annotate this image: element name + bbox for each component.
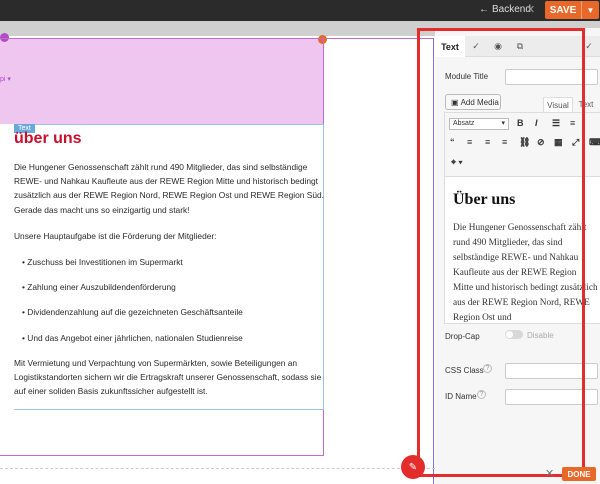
content-bullet-list: Zuschuss bei Investitionen im Supermarkt… [14,255,326,345]
bullet-item: Zahlung einer Auszubildendenförderung [22,280,326,294]
top-bar: ← Backend ✕ SAVE ▼ [0,0,600,21]
text-module-content: über uns Die Hungener Genossenschaft zäh… [14,130,326,410]
backend-link[interactable]: ← Backend [479,4,531,15]
keyboard-icon[interactable]: ⌨ [589,137,600,148]
bottom-divider [0,468,440,469]
brush-fab-button[interactable]: ✎ [401,455,425,479]
save-button[interactable]: SAVE ▼ [545,1,599,19]
content-paragraph-3: Mit Vermietung und Verpachtung von Super… [14,357,322,397]
bullet-item: Zuschuss bei Investitionen im Supermarkt [22,255,326,269]
bullet-item: Dividendenzahlung auf die gezeichneten G… [22,305,326,319]
content-paragraph-1: Die Hungener Genossenschaft zählt rund 4… [14,162,325,215]
save-label: SAVE [549,4,577,16]
cancel-icon[interactable]: ✕ [545,467,554,480]
content-heading: über uns [14,130,82,147]
done-button[interactable]: DONE [562,467,596,481]
content-paragraph-2: Unsere Hauptaufgabe ist die Förderung de… [14,230,217,241]
bullet-item: Und das Angebot einer jährlichen, nation… [22,331,326,345]
highlight-box [417,28,585,477]
chevron-down-icon[interactable]: ▼ [581,1,599,19]
back-arrow-icon: ← [479,4,489,15]
close-icon[interactable]: ✕ [526,3,535,16]
